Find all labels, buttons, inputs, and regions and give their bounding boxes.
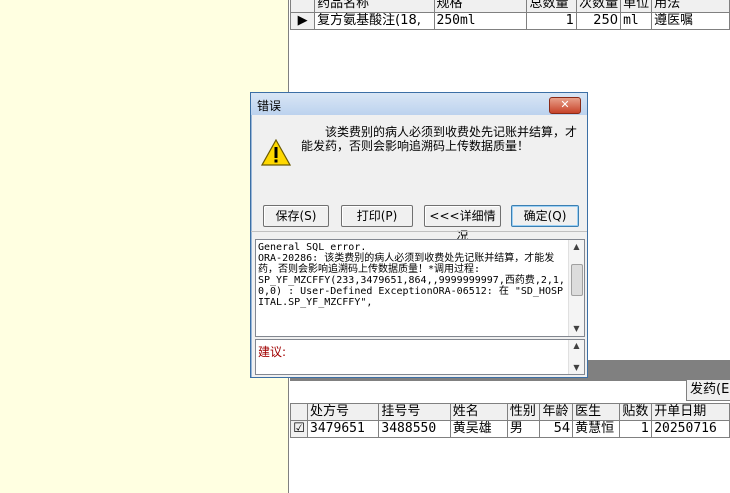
col-gender[interactable]: 性别 xyxy=(506,403,541,421)
cell-gender[interactable]: 男 xyxy=(506,420,541,438)
close-icon: ✕ xyxy=(560,98,570,111)
col-age[interactable]: 年龄 xyxy=(539,403,574,421)
col-usage[interactable]: 用法 xyxy=(651,0,730,13)
cell-spec[interactable]: 250ml xyxy=(433,12,528,30)
divider xyxy=(251,231,587,232)
col-reg-no[interactable]: 挂号号 xyxy=(378,403,451,421)
cell-drug-name[interactable]: 复方氨基酸注(18, xyxy=(314,12,435,30)
col-date[interactable]: 开单日期 xyxy=(651,403,730,421)
cell-age[interactable]: 54 xyxy=(539,420,574,438)
cell-rx-no[interactable]: 3479651 xyxy=(307,420,380,438)
suggestion-label: 建议: xyxy=(258,345,287,359)
suggestion-box[interactable]: 建议: ▲ ▼ xyxy=(255,339,585,375)
dialog-title: 错误 xyxy=(257,99,282,113)
details-button[interactable]: <<<详细情况 xyxy=(424,205,501,243)
header-indicator xyxy=(289,0,316,13)
cell-date[interactable]: 20250716 xyxy=(651,420,730,438)
col-name[interactable]: 姓名 xyxy=(449,403,508,421)
ok-button[interactable]: 确定(Q) xyxy=(511,205,579,227)
col-rx-no[interactable]: 处方号 xyxy=(307,403,380,421)
header-check xyxy=(289,403,309,421)
warning-icon xyxy=(261,139,291,166)
scroll-down-icon[interactable]: ▼ xyxy=(569,362,584,374)
col-total-qty[interactable]: 总数量 xyxy=(526,0,578,13)
cell-per-qty[interactable]: 250 xyxy=(576,12,622,30)
scroll-up-icon[interactable]: ▲ xyxy=(569,340,584,352)
error-detail-box[interactable]: General SQL error. ORA-20286: 该类费别的病人必须到… xyxy=(255,239,585,337)
error-detail-text: General SQL error. ORA-20286: 该类费别的病人必须到… xyxy=(258,242,565,308)
suggestion-scrollbar[interactable]: ▲ ▼ xyxy=(568,340,584,374)
col-drug-name[interactable]: 药品名称 xyxy=(314,0,435,13)
col-per-qty[interactable]: 次数量 xyxy=(576,0,622,13)
col-spec[interactable]: 规格 xyxy=(433,0,528,13)
drug-grid: 药品名称 规格 总数量 次数量 单位 用法 ▶ 复方氨基酸注(18, 250ml… xyxy=(289,0,730,30)
dispense-section-label[interactable]: 发药(E xyxy=(686,379,730,401)
dialog-titlebar[interactable]: 错误 ✕ xyxy=(251,93,587,115)
row-checkbox[interactable]: ☑ xyxy=(289,420,309,438)
drug-grid-header: 药品名称 规格 总数量 次数量 单位 用法 xyxy=(289,0,730,13)
error-message: 该类费别的病人必须到收费处先记账并结算，才能发药，否则会影响追溯码上传数据质量！ xyxy=(301,125,578,153)
scroll-up-icon[interactable]: ▲ xyxy=(569,240,584,254)
col-unit[interactable]: 单位 xyxy=(620,0,653,13)
scroll-thumb[interactable] xyxy=(571,264,583,296)
close-button[interactable]: ✕ xyxy=(549,97,581,114)
print-button[interactable]: 打印(P) xyxy=(341,205,413,227)
cell-reg-no[interactable]: 3488550 xyxy=(378,420,451,438)
cell-doctor[interactable]: 黄慧恒 xyxy=(572,420,621,438)
detail-scrollbar[interactable]: ▲ ▼ xyxy=(568,240,584,336)
row-indicator-icon: ▶ xyxy=(289,12,316,30)
col-doses[interactable]: 贴数 xyxy=(619,403,653,421)
cell-doses[interactable]: 1 xyxy=(619,420,653,438)
cell-usage[interactable]: 遵医嘱 xyxy=(651,12,730,30)
cell-unit[interactable]: ml xyxy=(620,12,653,30)
table-row[interactable]: ▶ 复方氨基酸注(18, 250ml 1 250 ml 遵医嘱 xyxy=(289,12,730,30)
error-dialog: 错误 ✕ 该类费别的病人必须到收费处先记账并结算，才能发药，否则会影响追溯码上传… xyxy=(250,92,588,378)
save-button[interactable]: 保存(S) xyxy=(263,205,329,227)
cell-total-qty[interactable]: 1 xyxy=(526,12,578,30)
table-row[interactable]: ☑ 3479651 3488550 黄吴雄 男 54 黄慧恒 1 2025071… xyxy=(289,420,730,438)
scroll-down-icon[interactable]: ▼ xyxy=(569,322,584,336)
cell-name[interactable]: 黄吴雄 xyxy=(449,420,508,438)
col-doctor[interactable]: 医生 xyxy=(572,403,621,421)
prescription-grid: 处方号 挂号号 姓名 性别 年龄 医生 贴数 开单日期 ☑ 3479651 34… xyxy=(289,403,730,438)
prescription-grid-header: 处方号 挂号号 姓名 性别 年龄 医生 贴数 开单日期 xyxy=(289,403,730,421)
